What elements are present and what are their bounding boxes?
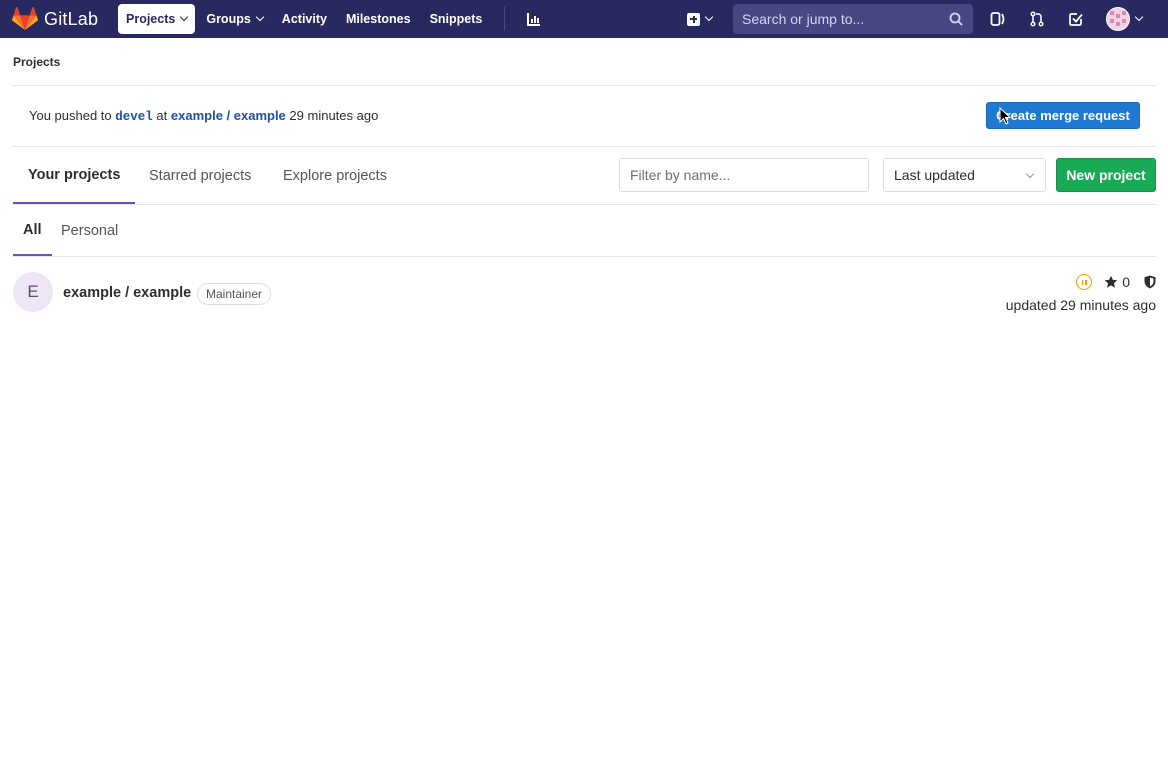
nav-milestones-link[interactable]: Milestones [338,4,419,34]
plus-square-icon [687,12,700,26]
sort-dropdown[interactable]: Last updated [883,158,1046,192]
project-name-link[interactable]: example / example [63,285,191,301]
chevron-down-icon [1025,169,1035,179]
tab-your-projects[interactable]: Your projects [13,147,136,204]
brand-name: GitLab [44,8,99,29]
user-avatar [1106,7,1130,31]
nav-groups-label: Groups [206,12,251,26]
nav-divider [504,7,506,31]
nav-activity-link[interactable]: Activity [274,4,335,34]
subtab-personal[interactable]: Personal [61,205,118,256]
chevron-down-icon [1134,12,1144,22]
visibility-shield-icon [1144,275,1156,289]
filter-by-name-input[interactable] [619,158,869,192]
sort-selected-value: Last updated [894,167,975,183]
gitlab-logo-icon [12,7,38,30]
new-item-dropdown[interactable] [683,4,716,34]
user-menu-dropdown[interactable] [1106,4,1144,34]
chevron-down-icon [255,12,265,22]
star-count-value: 0 [1122,274,1130,290]
push-time: 29 minutes ago [289,108,379,123]
push-prefix: You pushed to [29,108,112,123]
tab-starred-projects[interactable]: Starred projects [149,147,251,204]
access-level-badge: Maintainer [197,283,272,305]
push-project-link[interactable]: example / example [171,108,286,123]
new-project-button[interactable]: New project [1056,158,1156,192]
gitlab-home-link[interactable]: GitLab [12,0,108,38]
push-branch-link[interactable]: devel [115,110,153,124]
issues-icon[interactable] [985,4,1011,34]
top-navbar: GitLab Projects Groups Activity Mileston… [0,0,1168,38]
search-box[interactable] [733,4,973,34]
star-count[interactable]: 0 [1104,274,1130,290]
breadcrumb-projects[interactable]: Projects [13,55,60,69]
chevron-down-icon [704,12,714,22]
merge-request-icon[interactable] [1024,4,1050,34]
project-stats: 0 [1076,274,1156,290]
project-filter-subtabs: All Personal [13,205,1156,257]
recent-push-alert: You pushed to devel at example / example… [13,86,1156,147]
main-nav: Projects Groups Activity Milestones Snip… [118,4,549,34]
chart-icon[interactable] [519,4,549,34]
pipeline-paused-icon[interactable] [1076,274,1093,290]
project-list-item: E example / example Maintainer 0 updated… [13,257,1156,327]
todos-icon[interactable] [1063,4,1089,34]
search-input[interactable] [742,11,942,27]
push-message: You pushed to devel at example / example… [29,108,378,124]
tab-explore-projects[interactable]: Explore projects [283,147,387,204]
project-avatar[interactable]: E [13,272,53,312]
nav-projects-dropdown[interactable]: Projects [118,4,196,34]
project-updated-time: updated 29 minutes ago [1005,297,1156,313]
subtab-all[interactable]: All [13,205,52,256]
create-merge-request-button[interactable]: Create merge request [986,102,1140,129]
push-at-word: at [156,108,168,123]
nav-snippets-link[interactable]: Snippets [422,4,491,34]
navbar-right-icons [985,4,1102,34]
nav-projects-label: Projects [126,12,176,26]
project-tabs: Your projects Starred projects Explore p… [13,147,1156,205]
search-icon [949,12,963,26]
star-icon [1104,275,1118,288]
nav-groups-dropdown[interactable]: Groups [198,4,270,34]
breadcrumb: Projects [13,38,1156,86]
chevron-down-icon [180,12,189,22]
